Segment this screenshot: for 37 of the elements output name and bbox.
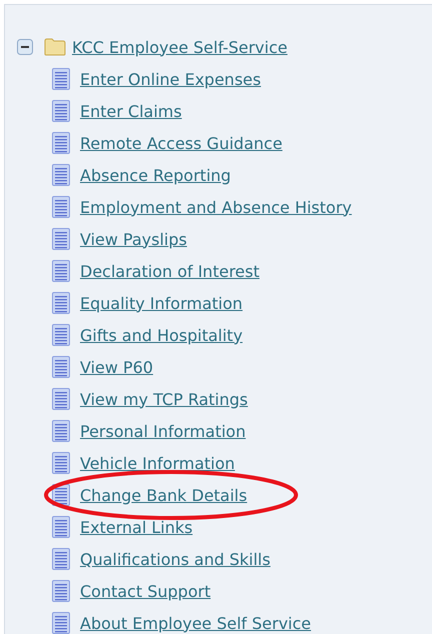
document-icon [52, 292, 70, 314]
document-icon [52, 164, 70, 186]
menu-link[interactable]: View P60 [80, 358, 154, 376]
menu-link[interactable]: Employment and Absence History [80, 198, 352, 216]
document-icon [52, 100, 70, 122]
menu-link[interactable]: Contact Support [80, 582, 211, 600]
menu-link[interactable]: About Employee Self Service [80, 614, 312, 632]
document-icon [52, 388, 70, 410]
document-icon [52, 68, 70, 90]
menu-link[interactable]: Qualifications and Skills [80, 550, 270, 568]
menu-link[interactable]: Remote Access Guidance [80, 134, 282, 152]
menu-link[interactable]: Absence Reporting [80, 166, 231, 184]
document-icon [52, 196, 70, 218]
menu-link[interactable]: Declaration of Interest [80, 262, 260, 280]
document-icon [52, 516, 70, 538]
folder-link[interactable]: KCC Employee Self-Service [72, 38, 288, 56]
menu-link[interactable]: Vehicle Information [80, 454, 235, 472]
document-icon [52, 324, 70, 346]
menu-link[interactable]: Gifts and Hospitality [80, 326, 243, 344]
document-icon [52, 452, 70, 474]
document-icon [52, 356, 70, 378]
document-icon [52, 580, 70, 602]
document-icon [52, 260, 70, 282]
menu-link[interactable]: Equality Information [80, 294, 243, 312]
collapse-icon[interactable] [17, 39, 33, 55]
document-icon [52, 548, 70, 570]
menu-link[interactable]: Enter Claims [80, 102, 182, 120]
menu-link[interactable]: Enter Online Expenses [80, 70, 261, 88]
menu-link[interactable]: Personal Information [80, 422, 246, 440]
document-icon [52, 420, 70, 442]
menu-link[interactable]: View Payslips [80, 230, 187, 248]
document-icon [52, 228, 70, 250]
menu-link[interactable]: External Links [80, 518, 193, 536]
document-icon [52, 132, 70, 154]
menu-link[interactable]: View my TCP Ratings [80, 390, 248, 408]
folder-icon [44, 38, 66, 56]
document-icon [52, 612, 70, 634]
